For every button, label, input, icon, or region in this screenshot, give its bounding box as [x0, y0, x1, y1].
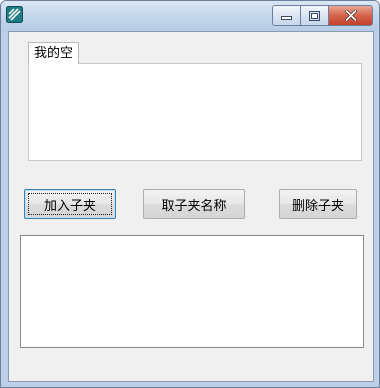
maximize-icon — [309, 10, 320, 21]
tab-my-space[interactable]: 我的空 — [28, 42, 79, 64]
close-icon — [344, 10, 357, 21]
minimize-icon — [281, 15, 292, 20]
app-icon[interactable] — [6, 6, 23, 23]
delete-subfolder-label: 删除子夹 — [291, 197, 344, 213]
get-subfolder-name-button[interactable]: 取子夹名称 — [143, 189, 245, 219]
focus-rectangle — [28, 193, 112, 215]
caption-buttons — [272, 5, 373, 26]
get-subfolder-name-label: 取子夹名称 — [161, 197, 227, 213]
maximize-button[interactable] — [300, 6, 328, 25]
client-area: 我的空 加入子夹 取子夹名称 删除子夹 — [8, 31, 374, 382]
app-window: 我的空 加入子夹 取子夹名称 删除子夹 — [0, 0, 380, 388]
minimize-button[interactable] — [273, 6, 300, 25]
close-button[interactable] — [328, 6, 372, 25]
tab-panel — [28, 63, 362, 161]
title-bar[interactable] — [1, 1, 379, 31]
add-subfolder-button[interactable]: 加入子夹 — [24, 189, 116, 219]
delete-subfolder-button[interactable]: 删除子夹 — [279, 189, 357, 219]
subfolder-list[interactable] — [20, 235, 364, 348]
